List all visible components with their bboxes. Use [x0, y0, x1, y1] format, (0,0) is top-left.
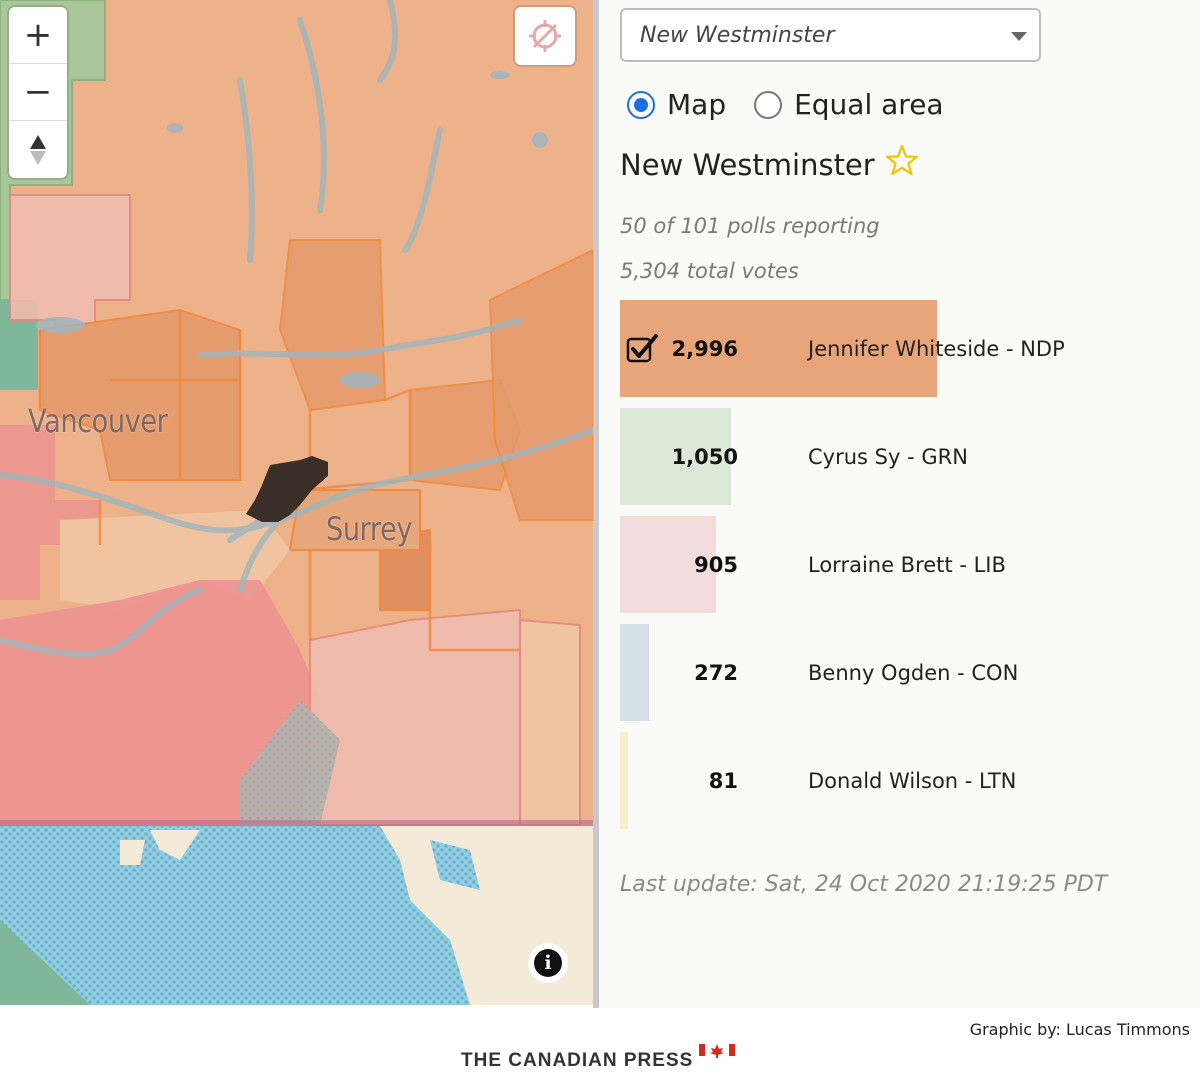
chevron-down-icon — [1011, 32, 1027, 41]
favorite-star-icon[interactable] — [885, 144, 919, 176]
riding-select[interactable]: New Westminster — [620, 8, 1041, 62]
radio-map[interactable] — [627, 90, 655, 119]
candidate-vote-bar — [620, 624, 649, 721]
view-option-map[interactable]: Map — [627, 88, 726, 121]
candidate-votes: 905 — [694, 552, 738, 577]
compass-arrows-icon — [30, 134, 46, 165]
map-label-surrey: Surrey — [326, 510, 413, 548]
view-option-equal-area[interactable]: Equal area — [754, 88, 944, 121]
view-option-map-label: Map — [667, 88, 727, 121]
candidate-row: 81 Donald Wilson - LTN — [620, 732, 1180, 829]
candidate-votes: 2,996 — [671, 336, 738, 361]
zoom-out-button[interactable]: − — [9, 64, 67, 121]
winner-check-icon — [626, 334, 658, 363]
zoom-controls: + − — [9, 7, 67, 178]
candidate-vote-bar — [620, 732, 628, 829]
publisher-logo: THE CANADIAN PRESS — [461, 1044, 736, 1072]
candidate-name: Cyrus Sy - GRN — [808, 444, 968, 469]
candidate-name: Benny Ogden - CON — [808, 660, 1019, 685]
last-update: Last update: Sat, 24 Oct 2020 21:19:25 P… — [620, 872, 1108, 897]
riding-title: New Westminster — [620, 144, 919, 182]
map-label-vancouver: Vancouver — [28, 402, 168, 440]
canada-flag-icon — [699, 1044, 736, 1058]
view-toggle: Map Equal area — [627, 88, 972, 121]
riding-name: New Westminster — [620, 148, 875, 182]
info-icon: i — [534, 949, 562, 977]
view-option-equal-area-label: Equal area — [794, 88, 944, 121]
publisher-name: THE CANADIAN PRESS — [461, 1050, 694, 1071]
compass-icon — [529, 20, 561, 52]
results-panel: New Westminster Map Equal area New Westm… — [599, 0, 1200, 1008]
zoom-in-button[interactable]: + — [9, 7, 67, 64]
candidate-row: 2,996 Jennifer Whiteside - NDP — [620, 300, 1180, 397]
candidate-name: Lorraine Brett - LIB — [808, 552, 1006, 577]
candidate-row: 1,050 Cyrus Sy - GRN — [620, 408, 1180, 505]
radio-equal-area[interactable] — [754, 90, 783, 119]
candidate-row: 272 Benny Ogden - CON — [620, 624, 1180, 721]
candidate-name: Jennifer Whiteside - NDP — [808, 336, 1065, 361]
total-votes: 5,304 total votes — [620, 259, 799, 283]
info-button[interactable]: i — [528, 943, 568, 983]
candidate-name: Donald Wilson - LTN — [808, 768, 1017, 793]
candidate-votes: 1,050 — [671, 444, 738, 469]
candidate-row: 905 Lorraine Brett - LIB — [620, 516, 1180, 613]
reset-bearing-button[interactable] — [9, 121, 67, 178]
candidate-votes: 272 — [694, 660, 738, 685]
map-canvas[interactable] — [0, 0, 593, 1005]
graphic-credit: Graphic by: Lucas Timmons — [969, 1020, 1190, 1039]
candidate-votes: 81 — [708, 768, 738, 793]
riding-select-value: New Westminster — [640, 22, 835, 48]
polls-reporting: 50 of 101 polls reporting — [620, 214, 880, 238]
geolocate-button[interactable] — [515, 7, 575, 65]
election-map[interactable]: Vancouver Surrey + − i — [0, 0, 593, 1005]
